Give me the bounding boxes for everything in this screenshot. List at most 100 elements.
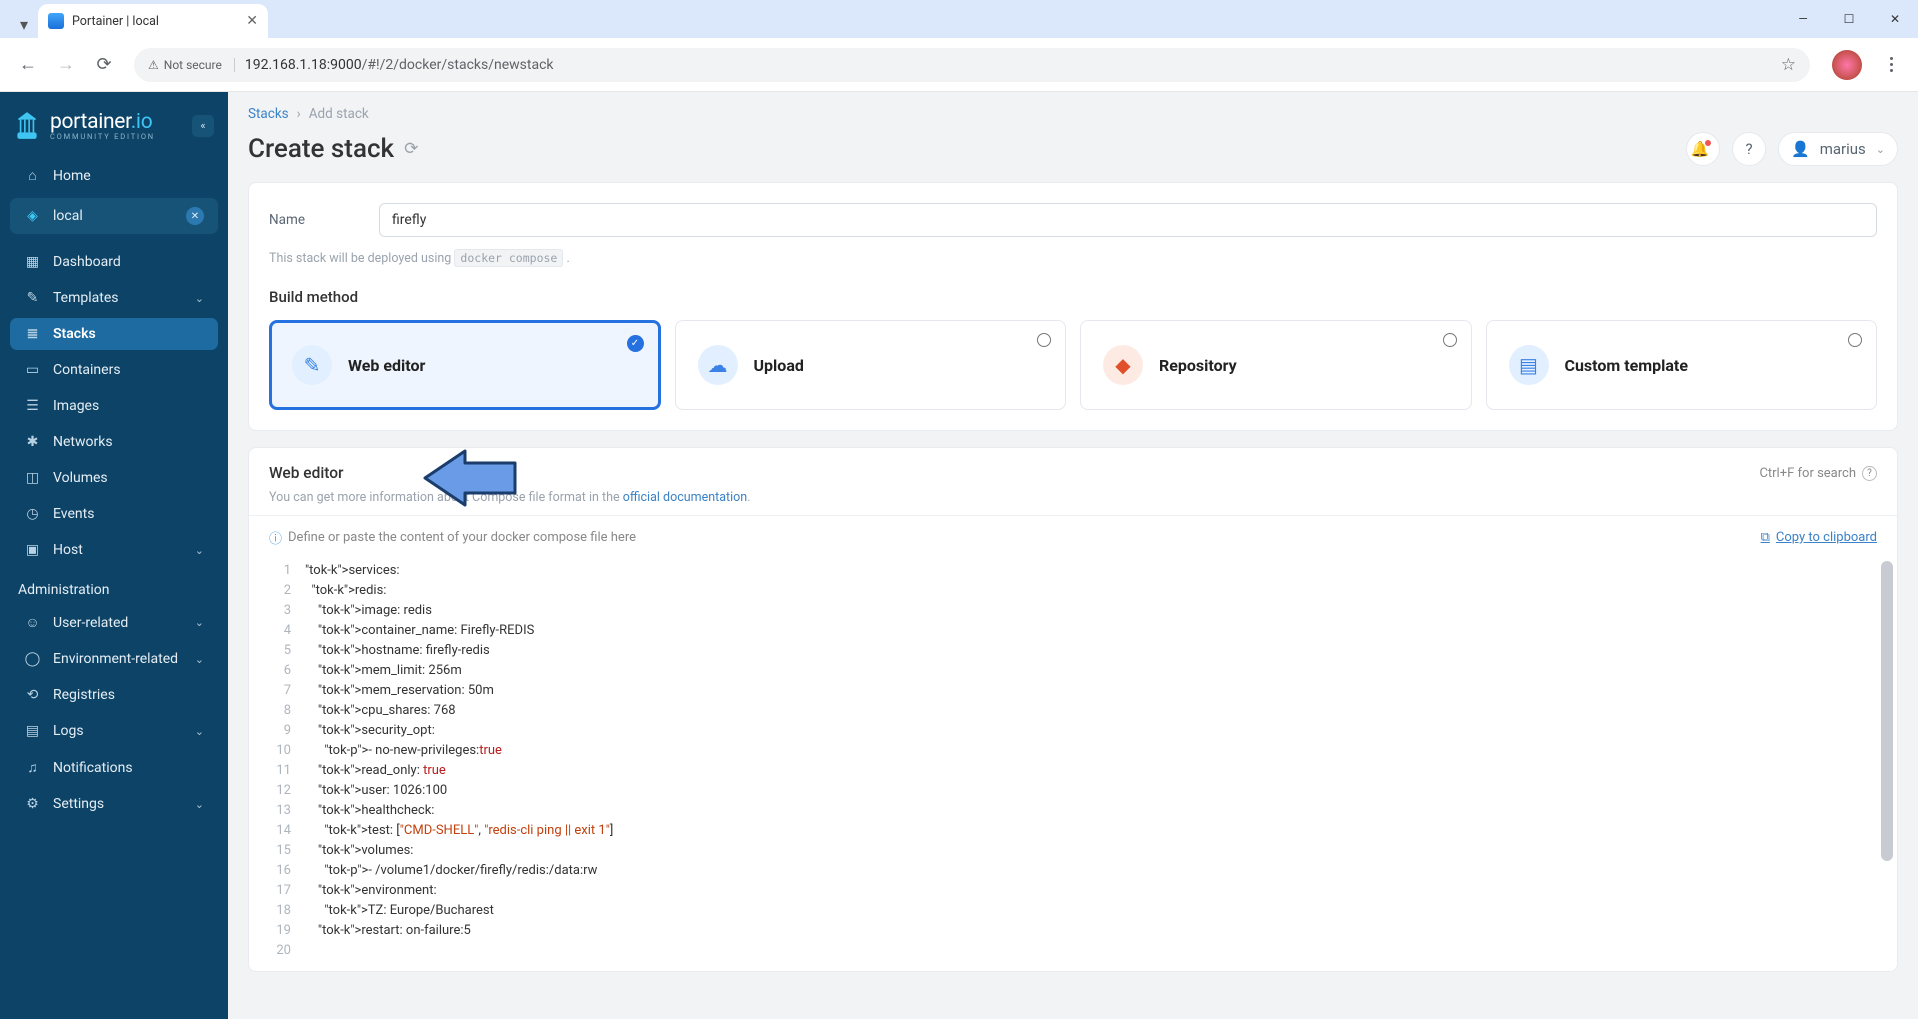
portainer-logo-icon [14, 111, 40, 141]
browser-back-button[interactable]: ← [12, 49, 44, 81]
user-menu[interactable]: 👤 marius ⌄ [1778, 132, 1898, 166]
user-icon: 👤 [1791, 140, 1810, 158]
info-icon: ⓘ [269, 528, 282, 547]
sidebar-containers[interactable]: ▭Containers [10, 354, 218, 386]
browser-tab[interactable]: Portainer | local ✕ [38, 4, 268, 38]
code-body[interactable]: "tok-k">services: "tok-k">redis: "tok-k"… [305, 561, 1897, 961]
breadcrumb: Stacks › Add stack [248, 106, 1898, 122]
web-editor-card: Web editor Ctrl+F for search ? You can g… [248, 447, 1898, 972]
sidebar-admin-header: Administration [0, 568, 228, 604]
containers-icon: ▭ [24, 362, 41, 378]
sidebar-collapse-button[interactable]: « [192, 115, 214, 137]
sidebar-images[interactable]: ☰Images [10, 390, 218, 422]
dashboard-icon: ▦ [24, 254, 41, 270]
method-radio[interactable] [1443, 333, 1457, 347]
method-radio[interactable] [1848, 333, 1862, 347]
method-upload[interactable]: ☁ Upload [675, 320, 1067, 410]
sidebar-events[interactable]: ◷Events [10, 498, 218, 530]
compose-code-editor[interactable]: 1234567891011121314151617181920 "tok-k">… [249, 557, 1897, 971]
address-bar[interactable]: ⚠ Not secure 192.168.1.18:9000/#!/2/dock… [134, 48, 1810, 82]
sidebar-stacks[interactable]: ≣Stacks [10, 318, 218, 350]
volumes-icon: ◫ [24, 470, 41, 486]
editor-placeholder-hint: Define or paste the content of your dock… [288, 530, 636, 545]
templates-icon: ✎ [24, 290, 41, 306]
help-icon: ? [1745, 140, 1752, 158]
tab-title: Portainer | local [72, 14, 159, 29]
sidebar-environment-related[interactable]: ◯Environment-related⌄ [10, 643, 218, 675]
brand-logo[interactable]: portainer.io COMMUNITY EDITION « [0, 92, 228, 157]
sidebar-user-related[interactable]: ☺User-related⌄ [10, 606, 218, 639]
breadcrumb-stacks-link[interactable]: Stacks [248, 106, 289, 122]
method-web-editor[interactable]: ✎ Web editor ✓ [269, 320, 661, 410]
chevron-down-icon: ⌄ [195, 616, 204, 629]
page-title: Create stack ⟳ [248, 134, 418, 164]
warning-icon: ⚠ [148, 58, 159, 72]
name-label: Name [269, 212, 359, 228]
check-icon: ✓ [627, 335, 644, 352]
breadcrumb-current: Add stack [309, 106, 369, 122]
browser-forward-button[interactable]: → [50, 49, 82, 81]
sidebar-settings[interactable]: ⚙Settings⌄ [10, 788, 218, 820]
stack-name-input[interactable] [379, 203, 1877, 237]
notifications-button[interactable]: 🔔 [1686, 132, 1720, 166]
profile-avatar-button[interactable] [1832, 50, 1862, 80]
method-custom-template[interactable]: ▤ Custom template [1486, 320, 1878, 410]
stacks-icon: ≣ [24, 326, 41, 342]
sidebar-templates[interactable]: ✎Templates⌄ [10, 282, 218, 314]
browser-menu-button[interactable] [1876, 57, 1906, 72]
security-indicator[interactable]: ⚠ Not secure [148, 58, 235, 72]
chevron-down-icon: ⌄ [195, 653, 204, 666]
environment-close-icon[interactable]: ✕ [186, 207, 204, 225]
editor-description: You can get more information about Compo… [269, 490, 1877, 505]
editor-title: Web editor [269, 464, 344, 482]
sidebar-home[interactable]: ⌂ Home [10, 159, 218, 192]
globe-icon: ◯ [24, 651, 41, 667]
sidebar-environment[interactable]: ◈ local ✕ [10, 198, 218, 234]
sidebar-volumes[interactable]: ◫Volumes [10, 462, 218, 494]
help-icon[interactable]: ? [1862, 466, 1877, 481]
window-close-button[interactable]: ✕ [1872, 0, 1918, 38]
sidebar-networks[interactable]: ✱Networks [10, 426, 218, 458]
events-icon: ◷ [24, 506, 41, 522]
tab-search-dropdown[interactable]: ▾ [10, 10, 38, 38]
logs-icon: ▤ [24, 723, 41, 739]
method-radio[interactable] [1037, 333, 1051, 347]
images-icon: ☰ [24, 398, 41, 414]
refresh-icon[interactable]: ⟳ [404, 139, 418, 159]
chevron-down-icon: ⌄ [1876, 143, 1885, 156]
template-icon: ▤ [1509, 345, 1549, 385]
copy-to-clipboard-button[interactable]: ⧉ Copy to clipboard [1761, 530, 1877, 545]
sidebar-host[interactable]: ▣Host⌄ [10, 534, 218, 566]
upload-icon: ☁ [698, 345, 738, 385]
sidebar: portainer.io COMMUNITY EDITION « ⌂ Home … [0, 92, 228, 1019]
users-icon: ☺ [24, 614, 41, 631]
bookmark-star-icon[interactable]: ☆ [1781, 55, 1796, 75]
stack-form-card: Name This stack will be deployed using d… [248, 182, 1898, 431]
copy-icon: ⧉ [1761, 530, 1770, 545]
sidebar-logs[interactable]: ▤Logs⌄ [10, 715, 218, 747]
gear-icon: ⚙ [24, 796, 41, 812]
method-repository[interactable]: ◆ Repository [1080, 320, 1472, 410]
chevron-down-icon: ⌄ [195, 544, 204, 557]
documentation-link[interactable]: official documentation [623, 490, 747, 505]
sidebar-dashboard[interactable]: ▦Dashboard [10, 246, 218, 278]
git-icon: ◆ [1103, 345, 1143, 385]
scrollbar[interactable] [1881, 561, 1893, 861]
window-maximize-button[interactable]: ☐ [1826, 0, 1872, 38]
browser-toolbar: ← → ⟳ ⚠ Not secure 192.168.1.18:9000/#!/… [0, 38, 1918, 92]
browser-reload-button[interactable]: ⟳ [88, 49, 120, 81]
main-content: Stacks › Add stack Create stack ⟳ 🔔 ? 👤 … [228, 92, 1918, 1019]
line-gutter: 1234567891011121314151617181920 [249, 561, 305, 961]
deploy-note: This stack will be deployed using docker… [269, 251, 1877, 266]
window-minimize-button[interactable]: — [1780, 0, 1826, 38]
window-controls: — ☐ ✕ [1780, 0, 1918, 38]
home-icon: ⌂ [24, 167, 41, 184]
browser-tab-strip: ▾ Portainer | local ✕ — ☐ ✕ [0, 0, 1918, 38]
host-icon: ▣ [24, 542, 41, 558]
editor-search-hint: Ctrl+F for search ? [1759, 466, 1877, 481]
help-button[interactable]: ? [1732, 132, 1766, 166]
sidebar-notifications[interactable]: ♫Notifications [10, 751, 218, 784]
tab-close-icon[interactable]: ✕ [246, 13, 258, 29]
sidebar-registries[interactable]: ⟲Registries [10, 679, 218, 711]
networks-icon: ✱ [24, 434, 41, 450]
